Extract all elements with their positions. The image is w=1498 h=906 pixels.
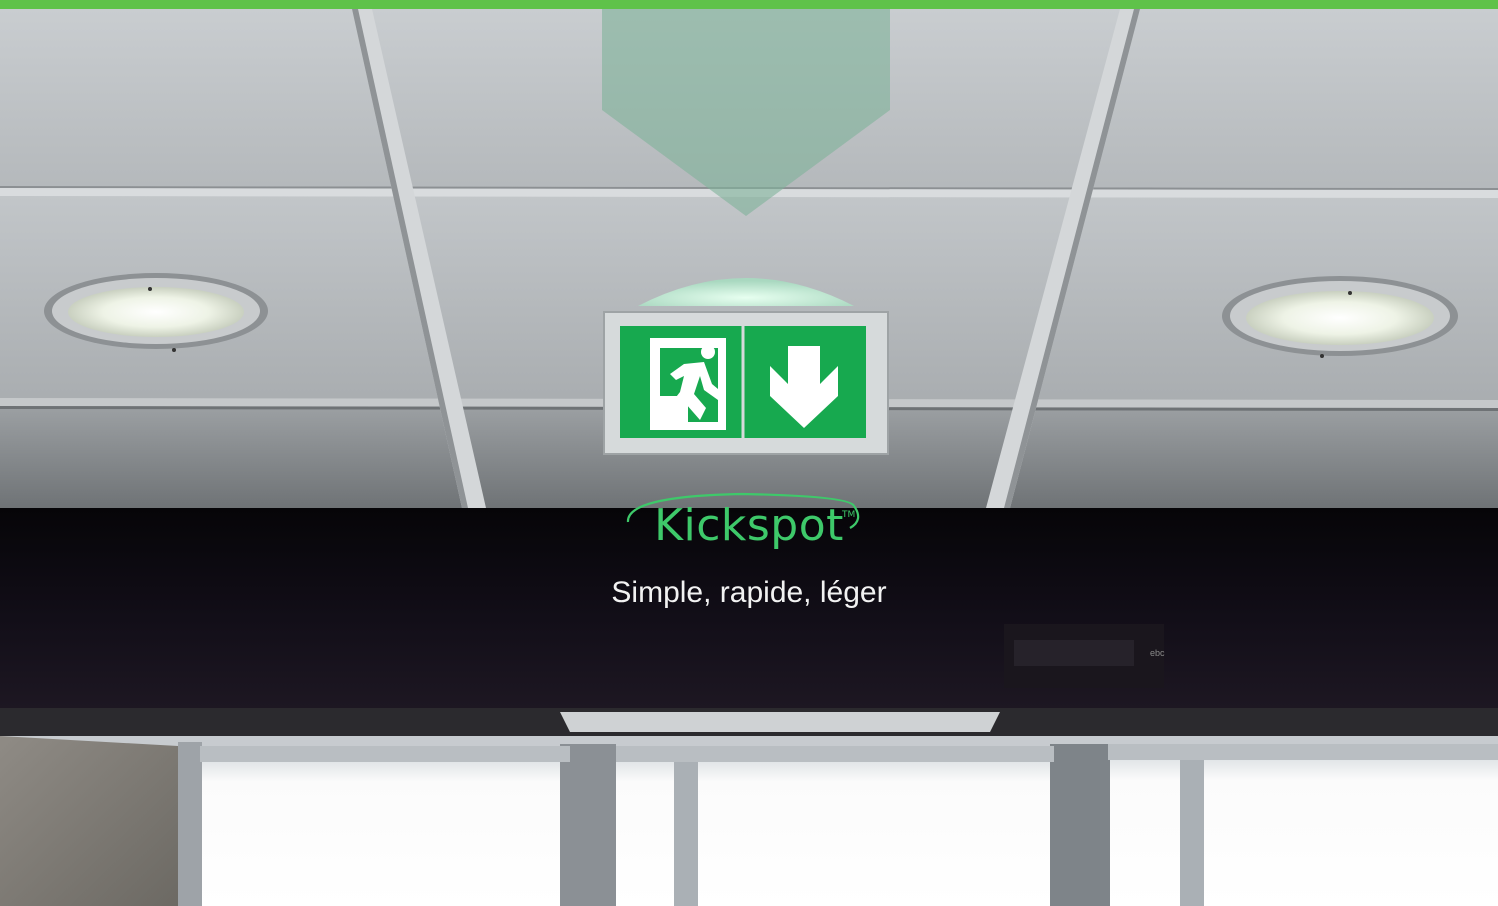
exit-sign (603, 278, 889, 455)
top-border (0, 0, 1498, 9)
brand-tagline: Simple, rapide, léger (611, 576, 887, 609)
brand-logo: Kickspot (654, 500, 844, 551)
windows (0, 736, 1498, 906)
trademark-mark: TM (842, 510, 856, 520)
fixture-label: ebc (1150, 648, 1165, 658)
kickspot-advert-photo: Kickspot TM Simple, rapide, léger ebc (0, 0, 1498, 906)
running-man-exit-icon (650, 338, 726, 430)
scene-graphic (0, 0, 1498, 906)
